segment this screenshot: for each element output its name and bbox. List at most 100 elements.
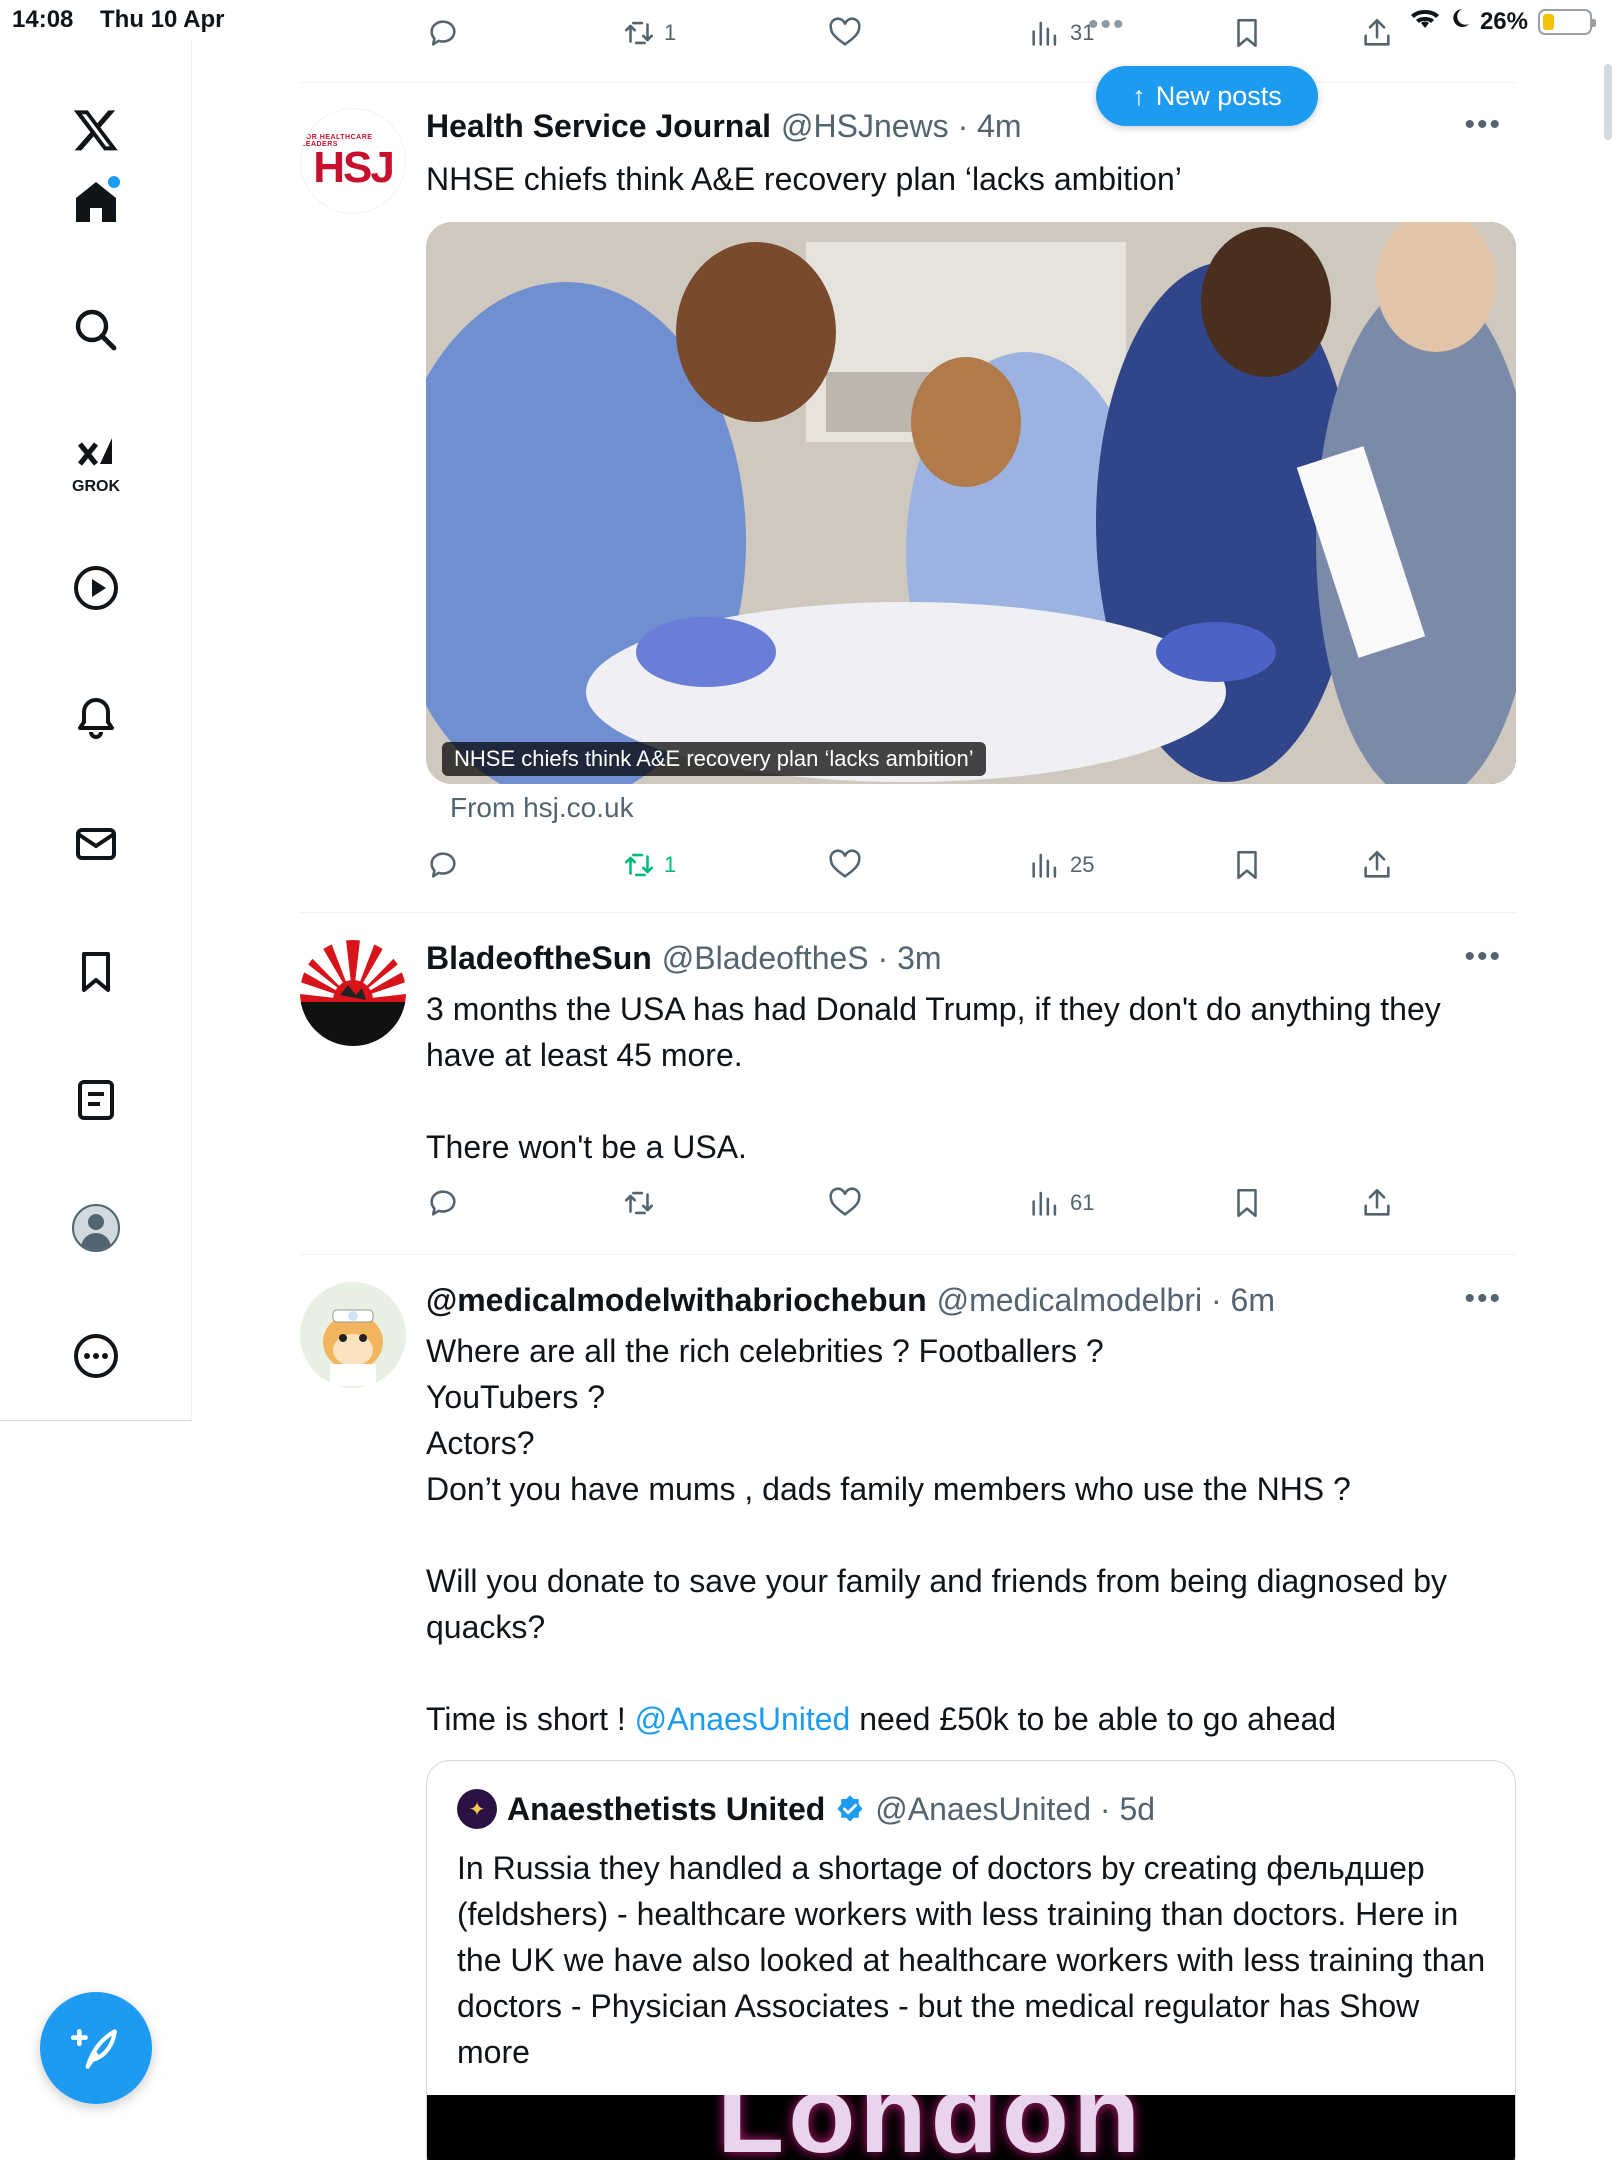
reply-button[interactable] [426, 1186, 460, 1220]
like-button[interactable] [828, 848, 862, 882]
battery-icon [1538, 8, 1596, 35]
author-handle[interactable]: @medicalmodelbri · 6m [937, 1282, 1275, 1319]
post-text: Where are all the rich celebrities ? Foo… [426, 1328, 1516, 1742]
heart-icon [829, 17, 861, 46]
x-logo-icon[interactable] [56, 90, 136, 170]
timeline: ••• 1 31 ↑ New posts FOR HEALTHCARE LEAD… [300, 0, 1612, 2160]
avatar[interactable]: FOR HEALTHCARE LEADERS HSJ [300, 108, 406, 214]
play-icon[interactable] [56, 548, 136, 628]
sidebar-divider [0, 1420, 192, 1421]
more-options-icon[interactable]: ••• [1464, 108, 1502, 142]
views-button[interactable]: 61 [1028, 1186, 1094, 1220]
hamster-doctor-avatar [300, 1282, 406, 1388]
divider [300, 1254, 1516, 1255]
views-count: 61 [1070, 1190, 1095, 1215]
views-icon [1032, 1191, 1057, 1216]
retweet-count: 1 [664, 20, 677, 45]
author-name[interactable]: BladeoftheSun [426, 940, 652, 977]
status-date: Thu 10 Apr [100, 6, 225, 33]
heart-icon [829, 849, 861, 878]
retweet-button[interactable] [622, 1186, 656, 1220]
author-handle[interactable]: @BladeoftheS · 3m [662, 940, 942, 977]
list-icon[interactable] [56, 1060, 136, 1140]
author-handle[interactable]: @HSJnews · 4m [781, 108, 1022, 145]
bookmark-button[interactable] [1230, 16, 1264, 50]
scrollbar[interactable] [1604, 64, 1612, 140]
post-text-end: need £50k to be able to go ahead [850, 1701, 1337, 1737]
retweet-icon [624, 1191, 654, 1215]
post-text: 3 months the USA has had Donald Trump, i… [426, 991, 1441, 1165]
previous-post-actions: 1 31 [426, 16, 1426, 56]
reply-icon [430, 20, 456, 46]
bookmark-icon [1237, 18, 1257, 48]
bookmark-icon [1237, 850, 1257, 880]
post-text: NHSE chiefs think A&E recovery plan ‘lac… [426, 161, 1182, 197]
retweet-icon [624, 853, 654, 877]
reply-button[interactable] [426, 16, 460, 50]
new-posts-button[interactable]: ↑ New posts [1096, 66, 1318, 126]
post-text-body: Where are all the rich celebrities ? Foo… [426, 1333, 1447, 1737]
post-header: BladeoftheSun @BladeoftheS · 3m [426, 940, 942, 977]
arrow-up-icon: ↑ [1132, 80, 1146, 111]
card-source[interactable]: From hsj.co.uk [450, 792, 634, 824]
retweet-icon [624, 21, 654, 45]
home-icon[interactable] [56, 162, 136, 242]
share-button[interactable] [1360, 848, 1394, 882]
share-icon [1364, 1188, 1390, 1216]
bookmark-icon [1237, 1188, 1257, 1218]
post-actions: 1 25 [426, 848, 1426, 888]
compose-button[interactable] [40, 1992, 152, 2104]
reply-button[interactable] [426, 848, 460, 882]
link-card[interactable]: NHSE chiefs think A&E recovery plan ‘lac… [426, 222, 1516, 784]
hsj-logo-text: HSJ [313, 143, 395, 192]
profile-nav[interactable] [56, 1188, 136, 1268]
more-circle-icon[interactable] [56, 1316, 136, 1396]
bookmark-button[interactable] [1230, 1186, 1264, 1220]
author-name[interactable]: @medicalmodelwithabriochebun [426, 1282, 927, 1319]
quote-author-handle[interactable]: @AnaesUnited · 5d [875, 1791, 1155, 1828]
views-button[interactable]: 31 [1028, 16, 1094, 50]
status-time: 14:08 [12, 6, 74, 33]
views-count: 25 [1070, 852, 1095, 877]
retweet-button[interactable]: 1 [622, 848, 676, 882]
card-title: NHSE chiefs think A&E recovery plan ‘lac… [442, 742, 986, 776]
quoted-post[interactable]: ✦ Anaesthetists United @AnaesUnited · 5d… [426, 1760, 1516, 2160]
avatar-icon [72, 1204, 120, 1252]
more-options-icon[interactable]: ••• [1464, 1282, 1502, 1316]
views-button[interactable]: 25 [1028, 848, 1094, 882]
mail-icon[interactable] [56, 804, 136, 884]
reply-icon [430, 1190, 456, 1216]
author-name[interactable]: Health Service Journal [426, 108, 771, 145]
rising-sun-avatar [300, 940, 406, 1046]
like-button[interactable] [828, 1186, 862, 1220]
reply-icon [430, 852, 456, 878]
anaesthetists-united-logo: ✦ [457, 1789, 497, 1829]
quote-header: ✦ Anaesthetists United @AnaesUnited · 5d [457, 1789, 1155, 1829]
bell-icon[interactable] [56, 676, 136, 756]
share-button[interactable] [1360, 16, 1394, 50]
more-options-icon[interactable]: ••• [1464, 940, 1502, 974]
card-image [426, 222, 1516, 784]
share-icon [1364, 850, 1390, 878]
post-header: Health Service Journal @HSJnews · 4m [426, 108, 1022, 145]
grok-label: GROK [72, 478, 120, 495]
quote-author-name[interactable]: Anaesthetists United [507, 1791, 825, 1828]
avatar[interactable] [300, 1282, 406, 1388]
new-posts-label: New posts [1155, 80, 1282, 111]
views-icon [1032, 853, 1057, 878]
bookmark-button[interactable] [1230, 848, 1264, 882]
divider [300, 912, 1516, 913]
notification-dot [108, 176, 120, 188]
post-header: @medicalmodelwithabriochebun @medicalmod… [426, 1282, 1275, 1319]
retweet-button[interactable]: 1 [622, 16, 676, 50]
share-button[interactable] [1360, 1186, 1394, 1220]
bookmark-icon[interactable] [56, 932, 136, 1012]
divider [300, 82, 1516, 83]
like-button[interactable] [828, 16, 862, 50]
views-icon [1032, 21, 1057, 46]
search-icon[interactable] [56, 290, 136, 370]
page-dots: ••• [1088, 8, 1126, 41]
avatar[interactable] [300, 940, 406, 1046]
quote-text: In Russia they handled a shortage of doc… [457, 1850, 1486, 2070]
mention-link[interactable]: @AnaesUnited [635, 1701, 851, 1737]
